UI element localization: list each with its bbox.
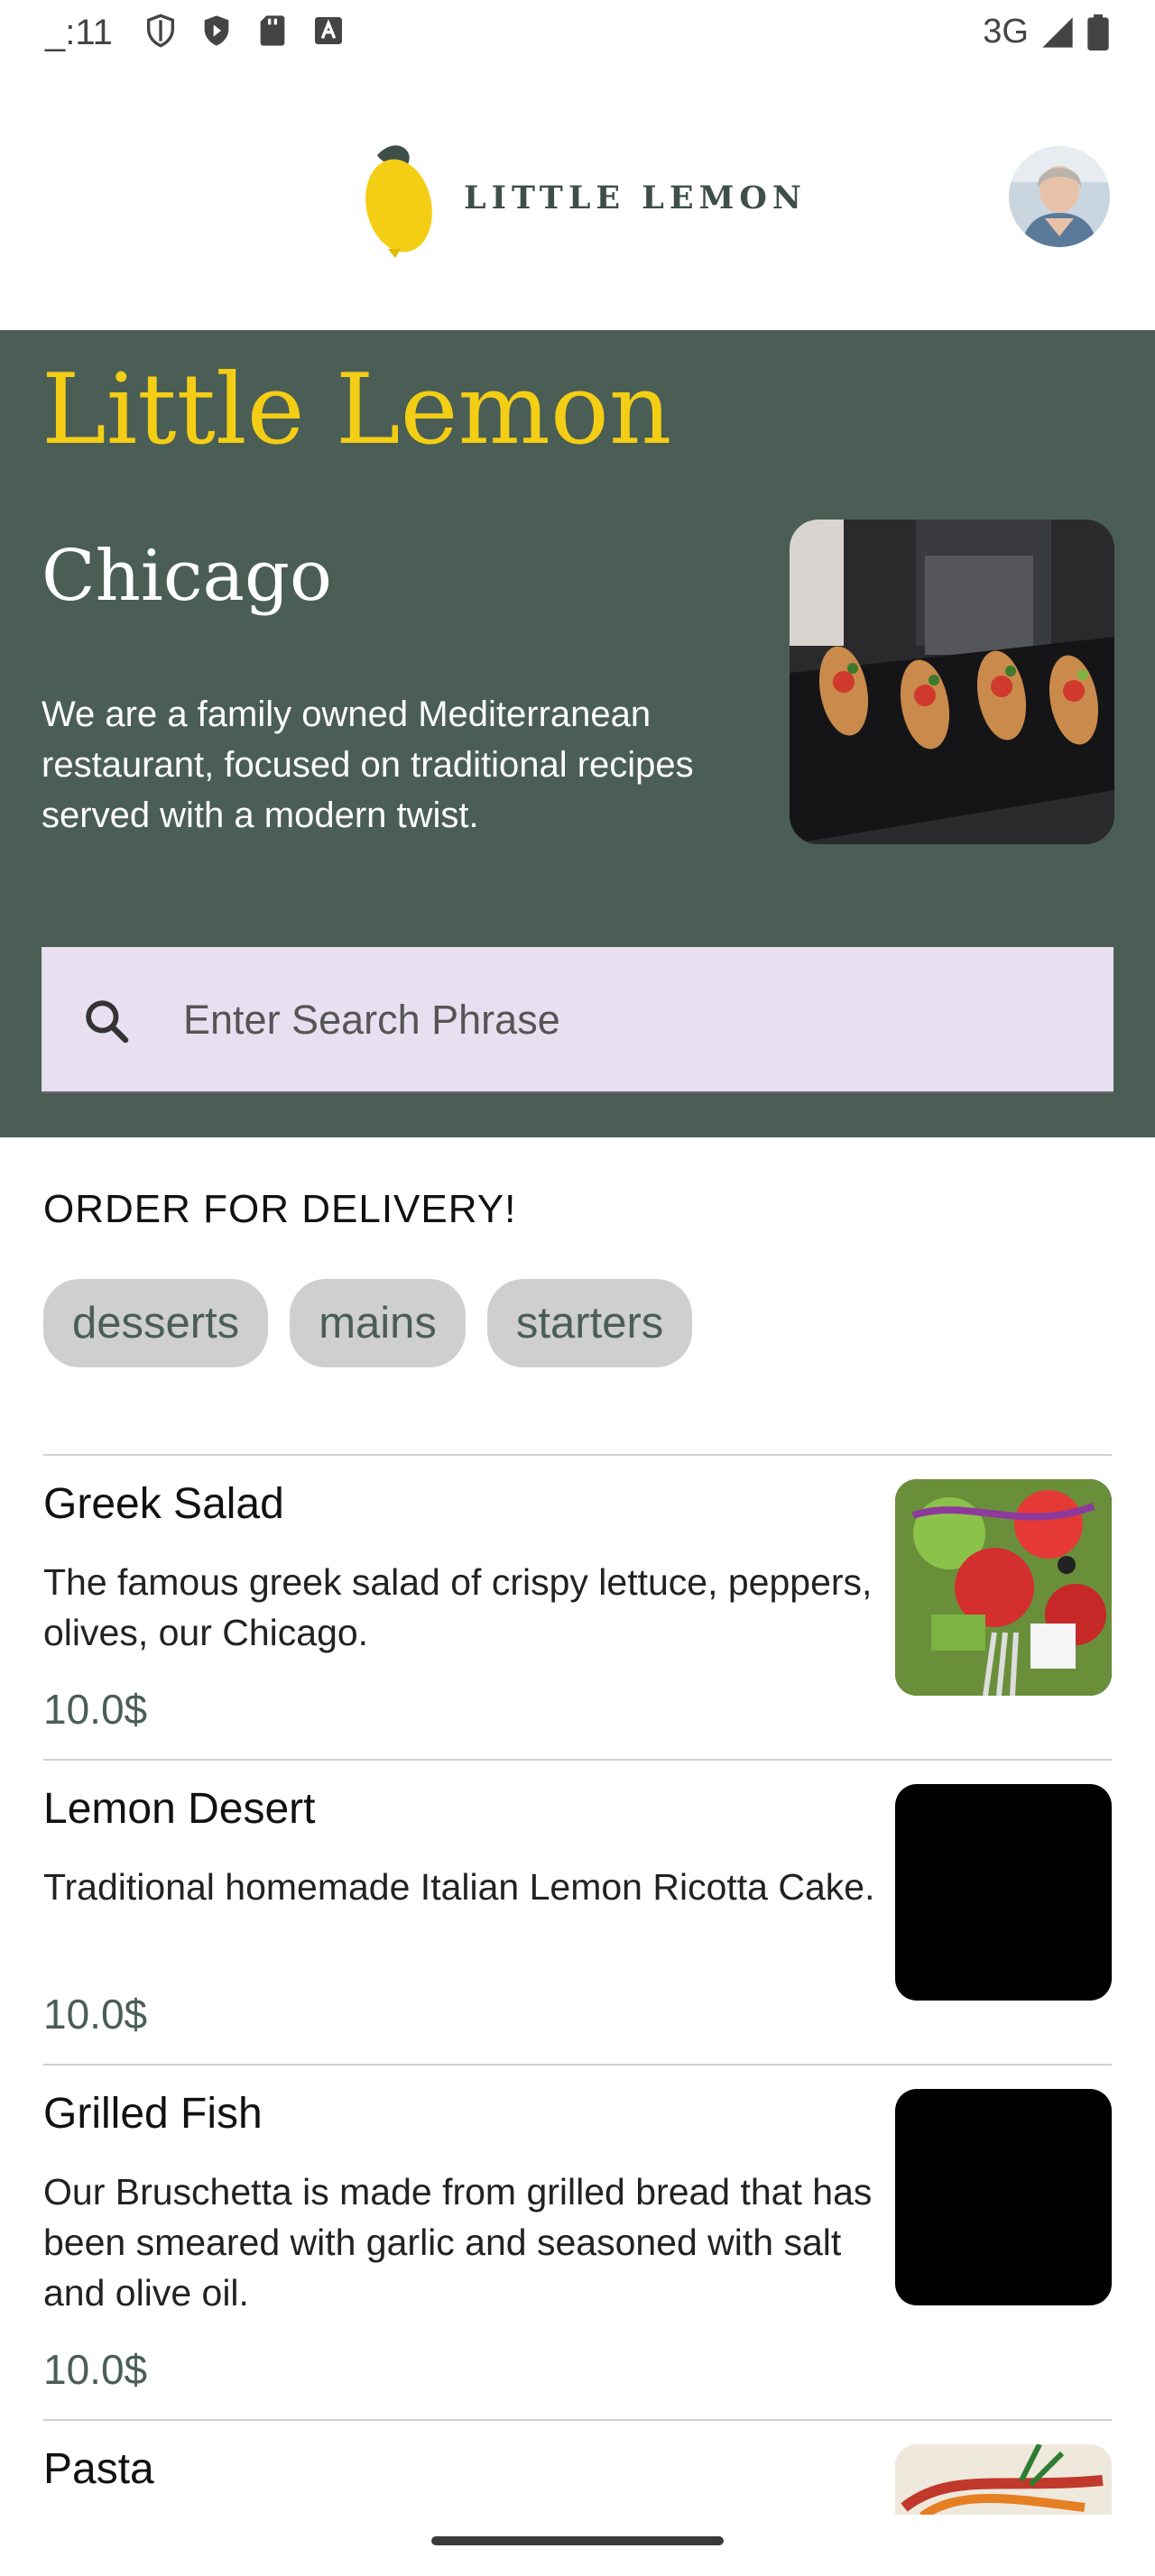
order-section-title: ORDER FOR DELIVERY! bbox=[43, 1187, 517, 1231]
category-chips: desserts mains starters bbox=[43, 1279, 693, 1367]
menu-item-description: Traditional homemade Italian Lemon Ricot… bbox=[43, 1866, 875, 1908]
menu-item-image bbox=[895, 1784, 1112, 2001]
menu-item-price: 10.0$ bbox=[43, 2346, 148, 2393]
menu-item-description: Our Bruschetta is made from grilled brea… bbox=[43, 2171, 873, 2314]
menu-item-greek-salad[interactable]: Greek Salad The famous greek salad of cr… bbox=[43, 1456, 1112, 1759]
sd-card-icon bbox=[260, 15, 285, 46]
battery-icon bbox=[1087, 14, 1109, 51]
little-lemon-logo: LITTLE LEMON bbox=[361, 137, 807, 258]
menu-item-image bbox=[895, 1479, 1112, 1696]
menu-item-grilled-fish[interactable]: Grilled Fish Our Bruschetta is made from… bbox=[43, 2065, 1112, 2419]
menu-item-name: Greek Salad bbox=[43, 1480, 284, 1528]
menu-item-price: 10.0$ bbox=[43, 1991, 148, 2038]
category-chip-desserts[interactable]: desserts bbox=[43, 1279, 269, 1367]
status-time: _:11 bbox=[45, 13, 113, 52]
keyboard-a-icon bbox=[315, 17, 342, 44]
search-icon bbox=[86, 1000, 129, 1044]
profile-avatar[interactable] bbox=[1009, 146, 1110, 247]
hero-description: We are a family owned Mediterranean rest… bbox=[42, 695, 694, 835]
hero-title: Little Lemon bbox=[42, 354, 672, 466]
search-field[interactable] bbox=[42, 947, 1113, 1093]
home-indicator[interactable] bbox=[431, 2536, 724, 2545]
lemon-icon bbox=[365, 145, 432, 258]
shield-outline-icon bbox=[147, 14, 174, 48]
status-system-icons: 3G bbox=[983, 13, 1110, 51]
logo-text: LITTLE LEMON bbox=[464, 179, 807, 216]
menu-item-image bbox=[895, 2444, 1112, 2515]
hero-banner: Little Lemon Chicago We are a family own… bbox=[0, 330, 1155, 1137]
signal-icon bbox=[1042, 16, 1073, 48]
menu-item-name: Lemon Desert bbox=[43, 1785, 316, 1833]
hero-food-image bbox=[790, 520, 1114, 844]
category-chip-mains[interactable]: mains bbox=[290, 1279, 466, 1367]
status-notification-icons bbox=[143, 13, 346, 49]
menu-item-price: 10.0$ bbox=[43, 1686, 148, 1733]
menu-item-image bbox=[895, 2089, 1112, 2305]
menu-item-description: The famous greek salad of crispy lettuce… bbox=[43, 1561, 873, 1653]
menu-item-pasta[interactable]: Pasta bbox=[43, 2421, 1112, 2515]
category-chip-starters[interactable]: starters bbox=[486, 1279, 693, 1367]
menu-item-name: Grilled Fish bbox=[43, 2090, 263, 2138]
search-input[interactable] bbox=[181, 983, 1051, 1057]
menu-item-lemon-desert[interactable]: Lemon Desert Traditional homemade Italia… bbox=[43, 1761, 1112, 2064]
play-protect-icon bbox=[204, 15, 229, 46]
network-type-label: 3G bbox=[983, 13, 1029, 51]
menu-list: Greek Salad The famous greek salad of cr… bbox=[43, 1454, 1112, 2515]
menu-item-name: Pasta bbox=[43, 2445, 154, 2493]
app-header: LITTLE LEMON bbox=[0, 108, 1155, 289]
status-bar: _:11 3G bbox=[0, 0, 1155, 67]
person-photo-icon bbox=[1009, 146, 1110, 247]
hero-city: Chicago bbox=[42, 536, 332, 617]
